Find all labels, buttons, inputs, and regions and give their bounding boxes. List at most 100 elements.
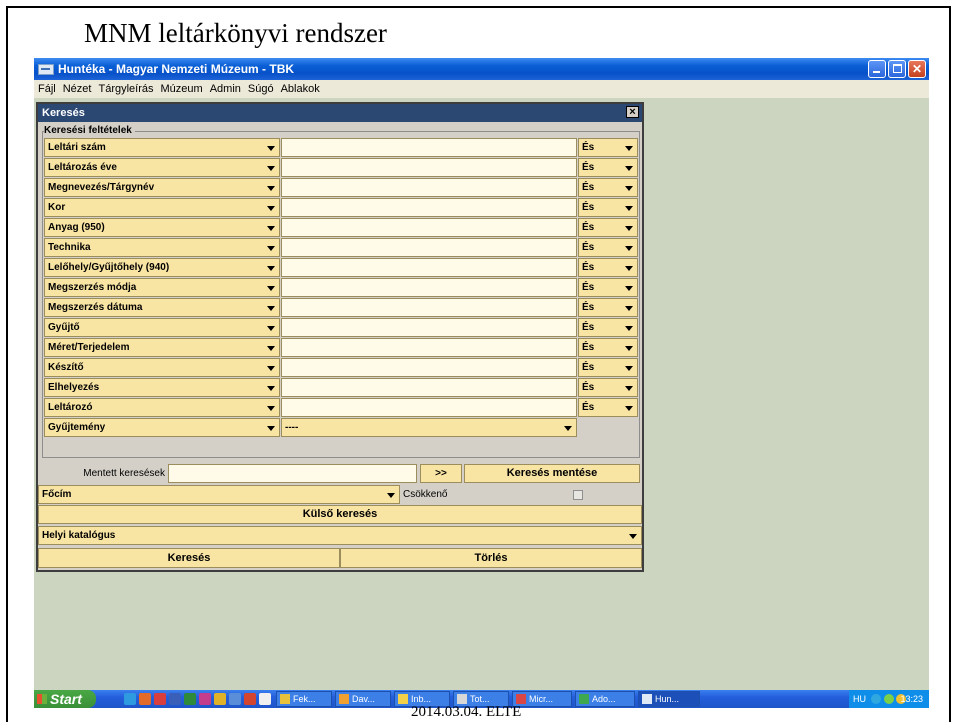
criteria-value-input[interactable] [281,298,577,317]
operator-select[interactable]: És [578,258,638,277]
quicklaunch-icon[interactable] [154,693,166,705]
criteria-value-input[interactable] [281,398,577,417]
chevron-down-icon [267,206,275,211]
criteria-field-select[interactable]: Megszerzés módja [44,278,280,297]
tray-icon[interactable] [871,694,881,704]
minimize-button[interactable] [868,60,886,78]
language-indicator[interactable]: HU [853,690,866,708]
criteria-field-label: Megszerzés dátuma [48,302,143,313]
quicklaunch-icon[interactable] [184,693,196,705]
tray-icon[interactable] [884,694,894,704]
catalog-select[interactable]: Helyi katalógus [38,526,642,545]
menu-file[interactable]: Fájl [38,83,56,95]
load-saved-button[interactable]: >> [420,463,462,483]
taskbar-task[interactable]: Dav... [335,691,391,707]
criteria-value-input[interactable] [281,358,577,377]
operator-select[interactable]: És [578,238,638,257]
criteria-field-select[interactable]: Lelőhely/Gyűjtőhely (940) [44,258,280,277]
operator-select[interactable]: És [578,378,638,397]
quicklaunch-icon[interactable] [214,693,226,705]
external-search-button[interactable]: Külső keresés [38,505,642,524]
criteria-value-input[interactable] [281,238,577,257]
menu-windows[interactable]: Ablakok [281,83,320,95]
operator-select[interactable]: És [578,318,638,337]
criteria-field-select[interactable]: Megszerzés dátuma [44,298,280,317]
menu-view[interactable]: Nézet [63,83,92,95]
operator-select[interactable]: És [578,298,638,317]
criteria-value-input[interactable] [281,138,577,157]
search-dialog-title: Keresés [42,107,85,119]
operator-select[interactable]: És [578,278,638,297]
quicklaunch-icon[interactable] [124,693,136,705]
chevron-down-icon [267,286,275,291]
chevron-down-icon [625,326,633,331]
save-search-button[interactable]: Keresés mentése [464,463,640,483]
search-dialog-titlebar[interactable]: Keresés × [38,104,642,122]
menu-help[interactable]: Súgó [248,83,274,95]
criteria-value-input[interactable] [281,318,577,337]
criteria-field-label: Kor [48,202,66,213]
operator-select[interactable]: És [578,138,638,157]
menu-museum[interactable]: Múzeum [161,83,203,95]
criteria-field-label: Gyűjtő [48,322,80,333]
criteria-field-select[interactable]: Megnevezés/Tárgynév [44,178,280,197]
operator-select[interactable]: És [578,398,638,417]
taskbar-task[interactable]: Ado... [575,691,635,707]
collection-field-select[interactable]: Gyűjtemény [44,418,280,437]
criteria-value-input[interactable] [281,338,577,357]
operator-select[interactable]: És [578,198,638,217]
criteria-field-select[interactable]: Kor [44,198,280,217]
descending-checkbox[interactable] [573,489,583,500]
criteria-field-select[interactable]: Anyag (950) [44,218,280,237]
quicklaunch-icon[interactable] [259,693,271,705]
criteria-value-input[interactable] [281,178,577,197]
criteria-value-input[interactable] [281,158,577,177]
search-button[interactable]: Keresés [38,548,340,568]
dialog-close-icon[interactable]: × [626,106,639,118]
operator-label: És [582,342,595,353]
criteria-value-input[interactable] [281,198,577,217]
quicklaunch-icon[interactable] [244,693,256,705]
criteria-row: Kor És [44,198,638,218]
operator-select[interactable]: És [578,338,638,357]
operator-select[interactable]: És [578,178,638,197]
criteria-field-select[interactable]: Leltározás éve [44,158,280,177]
taskbar-task-active[interactable]: Hun... [638,691,700,707]
menu-description[interactable]: Tárgyleírás [98,83,153,95]
saved-searches-label: Mentett keresések [83,467,165,479]
quicklaunch-icon[interactable] [169,693,181,705]
criteria-field-select[interactable]: Leltározó [44,398,280,417]
chevron-down-icon [625,346,633,351]
window-titlebar[interactable]: Huntéka - Magyar Nemzeti Múzeum - TBK ✕ [34,58,929,80]
start-button[interactable]: Start [34,690,96,708]
saved-searches-input[interactable] [168,463,417,483]
clear-button[interactable]: Törlés [340,548,642,568]
criteria-field-select[interactable]: Méret/Terjedelem [44,338,280,357]
close-button[interactable]: ✕ [908,60,926,78]
operator-select[interactable]: És [578,218,638,237]
operator-select[interactable]: És [578,158,638,177]
criteria-value-input[interactable] [281,258,577,277]
criteria-field-select[interactable]: Elhelyezés [44,378,280,397]
criteria-field-select[interactable]: Technika [44,238,280,257]
sort-field-select[interactable]: Főcím [38,485,400,504]
criteria-value-input[interactable] [281,218,577,237]
collection-field-label: Gyűjtemény [48,422,106,433]
criteria-value-input[interactable] [281,378,577,397]
criteria-field-select[interactable]: Leltári szám [44,138,280,157]
taskbar-task[interactable]: Fek... [276,691,332,707]
maximize-button[interactable] [888,60,906,78]
quicklaunch-icon[interactable] [229,693,241,705]
criteria-field-select[interactable]: Készítő [44,358,280,377]
criteria-field-select[interactable]: Gyűjtő [44,318,280,337]
close-icon: ✕ [911,62,923,76]
criteria-value-input[interactable] [281,278,577,297]
operator-select[interactable]: És [578,358,638,377]
criteria-field-label: Lelőhely/Gyűjtőhely (940) [48,262,170,273]
quicklaunch-icon[interactable] [139,693,151,705]
quicklaunch-icon[interactable] [199,693,211,705]
menu-admin[interactable]: Admin [210,83,241,95]
collection-value-select[interactable]: ---- [281,418,577,437]
criteria-field-label: Leltározó [48,402,93,413]
chevron-down-icon [625,186,633,191]
